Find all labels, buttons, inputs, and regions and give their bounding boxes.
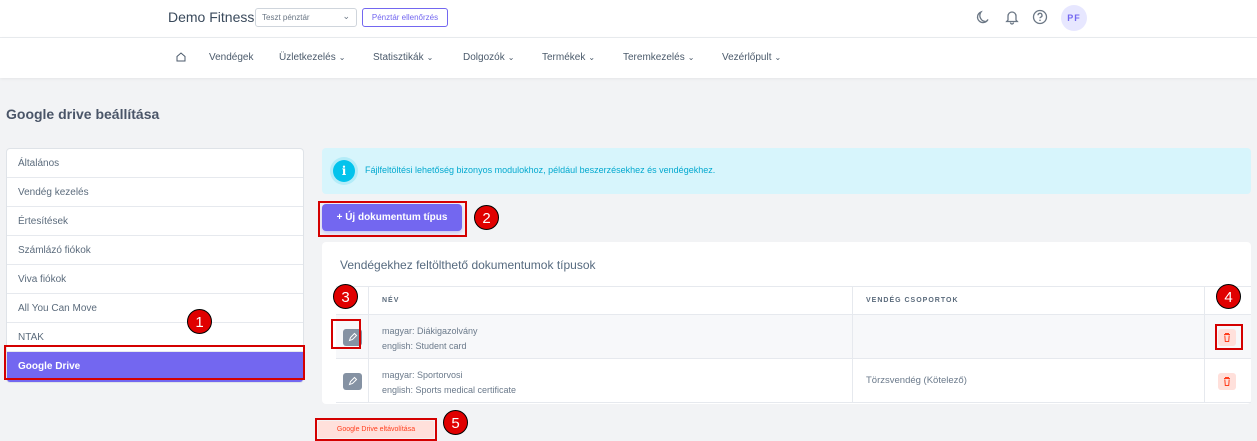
sidebar-item-ertesitesek[interactable]: Értesítések [7,207,303,236]
cash-register-check-button[interactable]: Pénztár ellenőrzés [362,8,448,27]
name-english: english: Student card [382,341,467,351]
chevron-down-icon: ⌄ [342,11,350,21]
nav-item-vezerlopult[interactable]: Vezérlőpult ⌄ [722,52,781,63]
table-header-row: NÉV VENDÉG CSOPORTOK [336,287,1251,315]
annotation-highlight-2 [318,201,467,237]
nav-item-vendegek[interactable]: Vendégek [209,52,254,63]
sidebar-item-viva-fiokok[interactable]: Viva fiókok [7,265,303,294]
nav-item-label: Teremkezelés [623,52,685,63]
name-hungarian: magyar: Diákigazolvány [382,326,478,336]
row-delete-cell [1205,359,1251,402]
info-icon: i [333,160,355,182]
nav-item-termekek[interactable]: Termékek ⌄ [542,52,595,63]
nav-item-label: Üzletkezelés [279,52,336,63]
sidebar-item-altalanos[interactable]: Általános [7,149,303,178]
annotation-badge-5: 5 [443,410,468,435]
nav-item-label: Vezérlőpult [722,52,772,63]
chevron-down-icon: ⌄ [338,53,346,62]
chevron-down-icon: ⌄ [687,53,695,62]
name-english: english: Sports medical certificate [382,385,517,395]
annotation-highlight-3 [331,319,361,349]
annotation-badge-1: 1 [187,309,212,334]
annotation-highlight-5 [315,418,437,441]
home-icon[interactable] [175,51,187,63]
chevron-down-icon: ⌄ [774,53,782,62]
nav-item-statisztikak[interactable]: Statisztikák ⌄ [373,52,433,63]
page-title: Google drive beállítása [6,106,160,122]
row-name-cell: magyar: Diákigazolvány english: Student … [369,315,853,358]
top-bar: Demo Fitness Teszt pénztár ⌄ Pénztár ell… [0,0,1257,38]
cash-register-select[interactable]: Teszt pénztár ⌄ [255,8,357,27]
document-types-card: Vendégekhez feltölthető dokumentumok típ… [322,242,1251,404]
pencil-icon [348,376,358,386]
column-header-guest-groups: VENDÉG CSOPORTOK [853,287,1205,314]
edit-button[interactable] [343,373,362,390]
annotation-highlight-4 [1215,324,1243,350]
table-row: magyar: Sportorvosi english: Sports medi… [336,359,1251,403]
moon-icon[interactable] [975,9,991,25]
sidebar-item-all-you-can-move[interactable]: All You Can Move [7,294,303,323]
nav-item-teremkezeles[interactable]: Teremkezelés ⌄ [623,52,694,63]
sidebar-item-vendeg-kezeles[interactable]: Vendég kezelés [7,178,303,207]
table-row: magyar: Diákigazolvány english: Student … [336,315,1251,359]
cash-register-select-value: Teszt pénztár [262,13,310,22]
nav-item-label: Dolgozók [463,52,505,63]
trash-icon [1224,377,1230,386]
chevron-down-icon: ⌄ [426,53,434,62]
help-icon[interactable] [1032,9,1048,25]
document-types-title: Vendégekhez feltölthető dokumentumok típ… [340,258,596,272]
chevron-down-icon: ⌄ [588,53,596,62]
bell-icon[interactable] [1004,9,1020,25]
row-groups-cell [853,315,1205,358]
annotation-badge-2: 2 [474,205,499,230]
annotation-highlight-1 [4,345,305,380]
sidebar-item-szamlazo-fiokok[interactable]: Számlázó fiókok [7,236,303,265]
nav-item-dolgozok[interactable]: Dolgozók ⌄ [463,52,514,63]
annotation-badge-3: 3 [333,284,358,309]
annotation-badge-4: 4 [1216,284,1241,309]
info-alert: i Fájlfeltöltési lehetőség bizonyos modu… [322,148,1251,194]
row-groups-cell: Törzsvendég (Kötelező) [853,359,1205,402]
user-avatar[interactable]: PF [1061,5,1087,31]
document-types-table: NÉV VENDÉG CSOPORTOK magyar: Diákigazolv… [336,286,1251,403]
info-alert-text: Fájlfeltöltési lehetőség bizonyos modulo… [365,165,716,175]
row-edit-cell [336,359,369,402]
delete-button[interactable] [1218,373,1236,390]
nav-item-label: Statisztikák [373,52,424,63]
brand-name[interactable]: Demo Fitness [168,9,254,25]
main-nav: Vendégek Üzletkezelés ⌄ Statisztikák ⌄ Dol… [0,38,1257,78]
nav-item-label: Vendégek [209,52,254,63]
column-header-name: NÉV [369,287,853,314]
row-name-cell: magyar: Sportorvosi english: Sports medi… [369,359,853,402]
chevron-down-icon: ⌄ [507,53,515,62]
nav-item-label: Termékek [542,52,586,63]
name-hungarian: magyar: Sportorvosi [382,370,463,380]
nav-item-uzletkezeles[interactable]: Üzletkezelés ⌄ [279,52,345,63]
